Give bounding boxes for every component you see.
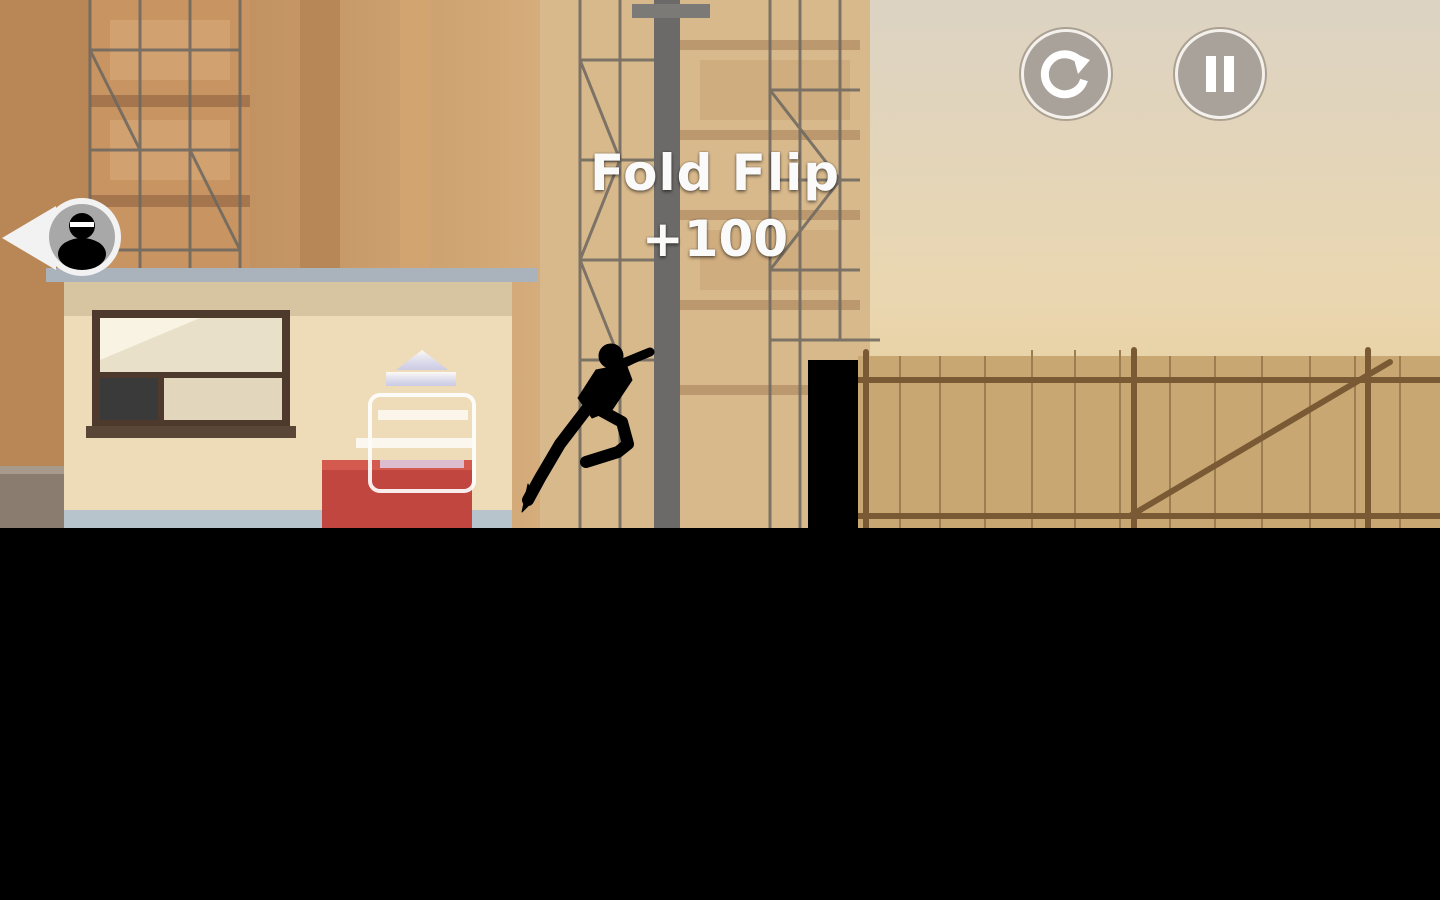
restart-button[interactable]	[1021, 29, 1111, 119]
pause-icon	[1206, 56, 1234, 92]
trick-popup: Fold Flip +100	[560, 140, 870, 272]
game-viewport[interactable]: Fold Flip +100	[0, 0, 1440, 900]
pause-button[interactable]	[1175, 29, 1265, 119]
wooden-fence	[855, 347, 1440, 533]
trick-points: +100	[641, 210, 789, 268]
chaser-indicator	[0, 196, 126, 280]
game-scene	[0, 0, 1440, 900]
restart-icon	[1040, 50, 1090, 99]
ground	[0, 528, 1440, 900]
wall-obstacle	[808, 360, 858, 532]
red-crate	[322, 460, 472, 530]
trick-name: Fold Flip	[589, 144, 841, 202]
